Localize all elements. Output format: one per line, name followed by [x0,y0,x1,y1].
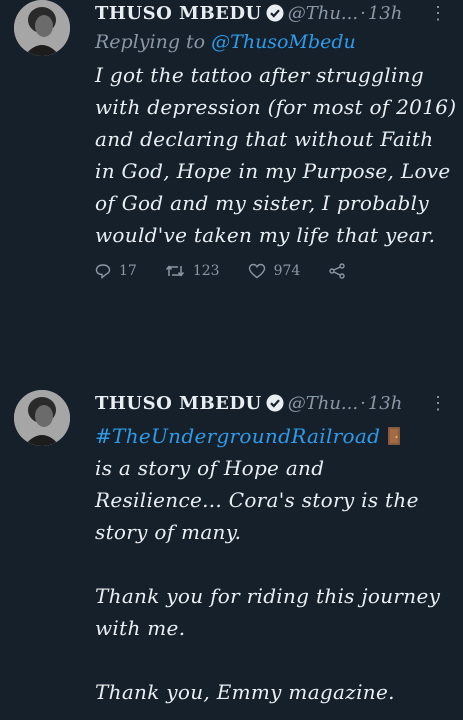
replying-prefix: Replying to [95,31,212,53]
tweet-text-line-1: is a story of Hope and Resilience... Cor… [95,456,419,544]
tweet-text-line-2: Thank you for riding this journey with m… [95,584,441,640]
tweet-actions: 17 123 974 [95,263,457,279]
timestamp[interactable]: 13h [368,3,403,24]
like-count: 974 [273,263,301,279]
tweet-text-line-3: Thank you, Emmy magazine. [95,680,395,704]
separator: · [360,392,366,414]
reply-button[interactable]: 17 [95,263,137,279]
tweet-text: I got the tattoo after struggling with d… [95,63,457,247]
more-vertical-icon[interactable]: ⋮ [429,393,457,414]
timestamp[interactable]: 13h [368,393,403,414]
separator: · [360,2,366,24]
author-name[interactable]: THUSO MBEDU [95,393,262,414]
reply-count: 17 [119,263,137,279]
tweet-header: THUSO MBEDU @Thu... · 13h ⋮ [95,0,457,26]
heart-icon [248,263,265,279]
retweet-icon [165,265,184,277]
avatar[interactable] [14,0,70,56]
retweet-count: 123 [192,263,220,279]
author-handle[interactable]: @Thu... [288,393,358,414]
tweet-text: #TheUndergroundRailroad is a story of Ho… [95,420,457,708]
more-vertical-icon[interactable]: ⋮ [429,3,457,24]
share-icon [329,263,345,279]
tweet-header: THUSO MBEDU @Thu... · 13h ⋮ [95,390,457,416]
verified-badge-icon [266,4,284,22]
author-name[interactable]: THUSO MBEDU [95,3,262,24]
share-button[interactable] [328,263,354,279]
hashtag-link[interactable]: #TheUndergroundRailroad [95,424,380,448]
avatar[interactable] [14,390,70,446]
verified-badge-icon [266,394,284,412]
replying-to: Replying to @ThusoMbedu [95,26,457,59]
door-emoji-icon [387,424,401,448]
retweet-button[interactable]: 123 [165,263,220,279]
reply-icon [95,264,111,279]
replying-handle-link[interactable]: @ThusoMbedu [211,31,356,53]
like-button[interactable]: 974 [248,263,301,279]
author-handle[interactable]: @Thu... [288,3,358,24]
